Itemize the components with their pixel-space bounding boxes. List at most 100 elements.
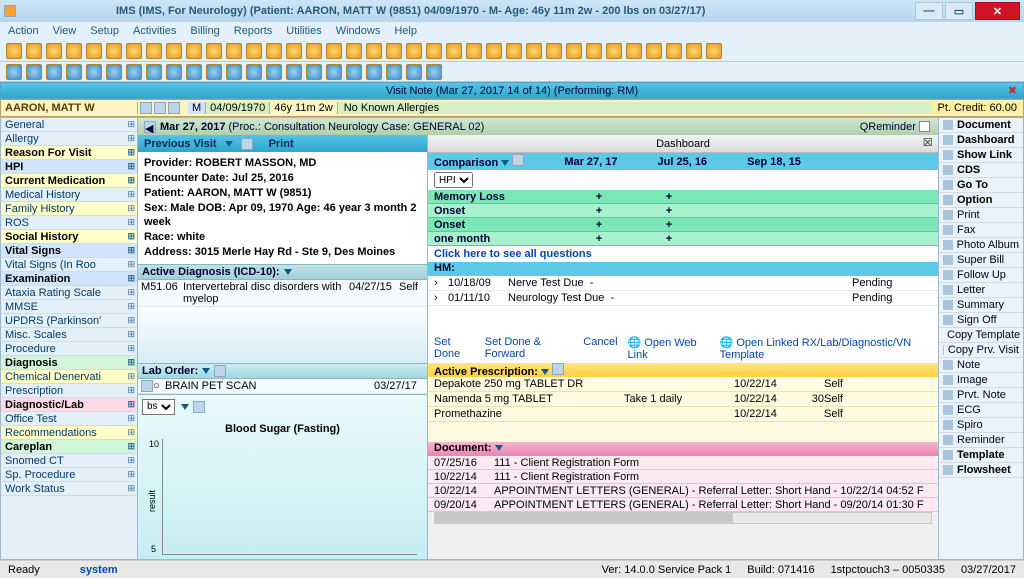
action-document[interactable]: Document <box>939 118 1023 133</box>
nav-recommendations[interactable]: Recommendations⊞ <box>1 426 137 440</box>
comp-date[interactable]: Sep 18, 15 <box>747 156 801 168</box>
toolbar-icon[interactable] <box>386 64 402 80</box>
prescription-row[interactable]: Promethazine10/22/14Self <box>428 407 938 422</box>
toolbar-icon[interactable] <box>346 64 362 80</box>
action-flowsheet[interactable]: Flowsheet <box>939 463 1023 478</box>
toolbar-icon[interactable] <box>226 64 242 80</box>
action-fax[interactable]: Fax <box>939 223 1023 238</box>
document-row[interactable]: 10/22/14111 - Client Registration Form <box>428 470 938 484</box>
action-follow-up[interactable]: Follow Up <box>939 268 1023 283</box>
toolbar-icon[interactable] <box>606 43 622 59</box>
comparison-row[interactable]: Onset++ <box>428 204 938 218</box>
action-image[interactable]: Image <box>939 373 1023 388</box>
toolbar-icon[interactable] <box>326 64 342 80</box>
menu-setup[interactable]: Setup <box>90 25 119 37</box>
menu-help[interactable]: Help <box>394 25 417 37</box>
toolbar-icon[interactable] <box>266 43 282 59</box>
action-cds[interactable]: CDS <box>939 163 1023 178</box>
toolbar-icon[interactable] <box>666 43 682 59</box>
action-prvt-note[interactable]: Prvt. Note <box>939 388 1023 403</box>
nav-diagnosis[interactable]: Diagnosis⊞ <box>1 356 137 370</box>
toolbar-icon[interactable] <box>6 43 22 59</box>
nav-general[interactable]: General⊞ <box>1 118 137 132</box>
toolbar-icon[interactable] <box>66 64 82 80</box>
toolbar-icon[interactable] <box>206 64 222 80</box>
maximize-button[interactable]: ▭ <box>945 2 973 20</box>
toolbar-icon[interactable] <box>126 43 142 59</box>
print-link[interactable]: Print <box>269 138 294 150</box>
toolbar-icon[interactable] <box>126 64 142 80</box>
toolbar-icon[interactable] <box>266 64 282 80</box>
action-option[interactable]: Option <box>939 193 1023 208</box>
patient-icon[interactable] <box>140 102 152 114</box>
toolbar-icon[interactable] <box>106 64 122 80</box>
nav-current-medication[interactable]: Current Medication⊞ <box>1 174 137 188</box>
toolbar-icon[interactable] <box>206 43 222 59</box>
nav-hpi[interactable]: HPI⊞ <box>1 160 137 174</box>
toolbar-icon[interactable] <box>226 43 242 59</box>
toolbar-icon[interactable] <box>446 43 462 59</box>
nav-sp-procedure[interactable]: Sp. Procedure⊞ <box>1 468 137 482</box>
action-go-to[interactable]: Go To <box>939 178 1023 193</box>
toolbar-icon[interactable] <box>166 64 182 80</box>
patient-icon[interactable] <box>154 102 166 114</box>
qreminder-checkbox[interactable] <box>919 121 930 132</box>
nav-reason-for-visit[interactable]: Reason For Visit⊞ <box>1 146 137 160</box>
toolbar-icon[interactable] <box>306 64 322 80</box>
patient-name[interactable]: AARON, MATT W <box>1 102 138 114</box>
toolbar-icon[interactable] <box>486 43 502 59</box>
action-show-link[interactable]: Show Link <box>939 148 1023 163</box>
toolbar-icon[interactable] <box>66 43 82 59</box>
nav-updrs-parkinson-[interactable]: UPDRS (Parkinson'⊞ <box>1 314 137 328</box>
document-row[interactable]: 10/22/14APPOINTMENT LETTERS (GENERAL) - … <box>428 484 938 498</box>
dropdown-icon[interactable] <box>495 445 503 451</box>
toolbar-icon[interactable] <box>426 64 442 80</box>
toolbar-icon[interactable] <box>626 43 642 59</box>
lab-order-row[interactable]: ○ BRAIN PET SCAN 03/27/17 <box>138 379 427 394</box>
open-web-link[interactable]: Open Web Link <box>628 337 697 361</box>
action-sign-off[interactable]: Sign Off <box>939 313 1023 328</box>
action-copy-prv-visit[interactable]: Copy Prv. Visit <box>939 343 1023 358</box>
toolbar-icon[interactable] <box>326 43 342 59</box>
toolbar-icon[interactable] <box>706 43 722 59</box>
patient-icon[interactable] <box>168 102 180 114</box>
dropdown-icon[interactable] <box>202 368 210 374</box>
see-all-questions-link[interactable]: Click here to see all questions <box>428 246 938 262</box>
toolbar-icon[interactable] <box>246 64 262 80</box>
toolbar-icon[interactable] <box>646 43 662 59</box>
nav-vital-signs-in-roo[interactable]: Vital Signs (In Roo⊞ <box>1 258 137 272</box>
comparison-category-select[interactable]: HPI <box>434 172 473 188</box>
toolbar-icon[interactable] <box>586 43 602 59</box>
toolbar-icon[interactable] <box>546 43 562 59</box>
comparison-row[interactable]: Memory Loss++ <box>428 190 938 204</box>
dashboard-close-icon[interactable]: ⮽ <box>923 137 932 150</box>
toolbar-icon[interactable] <box>186 64 202 80</box>
toolbar-icon[interactable] <box>346 43 362 59</box>
toolbar-icon[interactable] <box>46 64 62 80</box>
nav-misc-scales[interactable]: Misc. Scales⊞ <box>1 328 137 342</box>
action-super-bill[interactable]: Super Bill <box>939 253 1023 268</box>
dropdown-icon[interactable] <box>501 160 509 166</box>
action-template[interactable]: Template <box>939 448 1023 463</box>
lab-icon[interactable] <box>214 365 226 377</box>
menu-windows[interactable]: Windows <box>336 25 381 37</box>
dropdown-icon[interactable] <box>284 269 292 275</box>
nav-careplan[interactable]: Careplan⊞ <box>1 440 137 454</box>
action-print[interactable]: Print <box>939 208 1023 223</box>
action-ecg[interactable]: ECG <box>939 403 1023 418</box>
nav-prescription[interactable]: Prescription⊞ <box>1 384 137 398</box>
toolbar-icon[interactable] <box>506 43 522 59</box>
close-button[interactable]: ✕ <box>975 2 1020 20</box>
set-done-forward-link[interactable]: Set Done & Forward <box>485 336 574 361</box>
action-copy-template[interactable]: Copy Template <box>939 328 1023 343</box>
action-spiro[interactable]: Spiro <box>939 418 1023 433</box>
toolbar-icon[interactable] <box>86 43 102 59</box>
comp-tool-icon[interactable] <box>512 154 524 166</box>
toolbar-icon[interactable] <box>26 43 42 59</box>
toolbar-icon[interactable] <box>146 43 162 59</box>
minimize-button[interactable]: — <box>915 2 943 20</box>
prescription-row[interactable]: Depakote 250 mg TABLET DR10/22/14Self <box>428 377 938 392</box>
cancel-link[interactable]: Cancel <box>583 336 617 361</box>
toolbar-icon[interactable] <box>246 43 262 59</box>
toolbar-icon[interactable] <box>6 64 22 80</box>
